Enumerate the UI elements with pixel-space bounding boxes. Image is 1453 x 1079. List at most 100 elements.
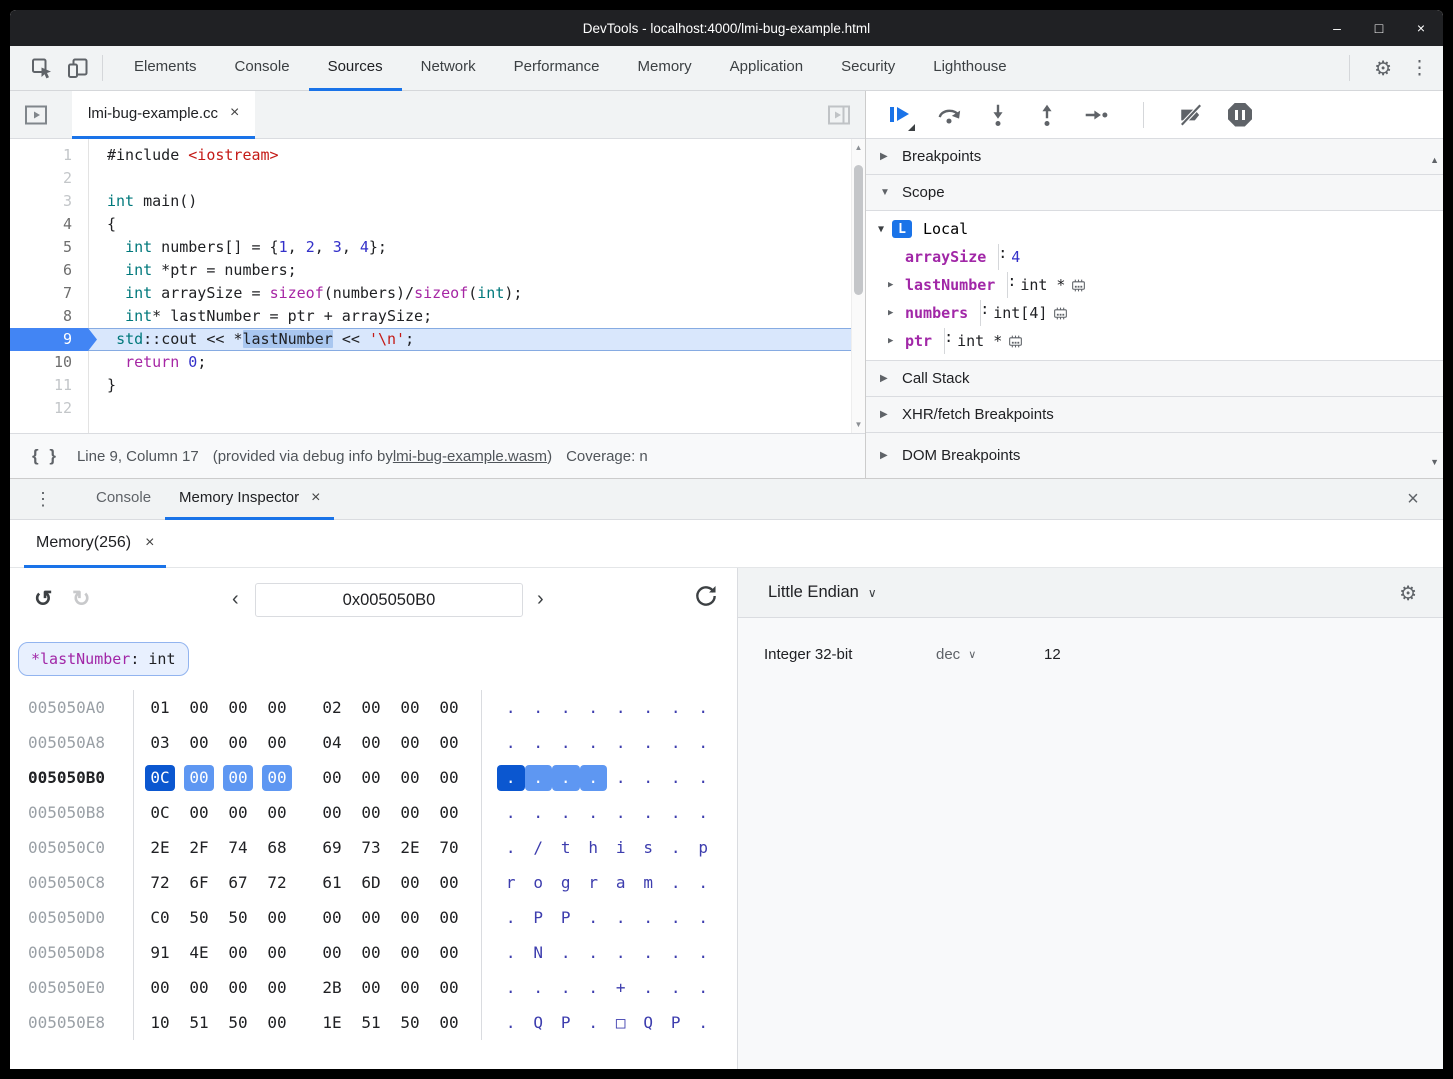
ascii-cell[interactable]: . — [635, 765, 663, 791]
ascii-cell[interactable]: h — [580, 835, 608, 861]
hex-byte-cell[interactable]: 50 — [395, 1010, 425, 1036]
hex-byte-cell[interactable]: 0C — [145, 765, 175, 791]
line-number[interactable]: 3 — [10, 190, 88, 213]
main-tab-memory[interactable]: Memory — [619, 46, 711, 91]
hex-byte-cell[interactable]: 00 — [145, 975, 175, 1001]
ascii-cell[interactable]: . — [635, 975, 663, 1001]
step-over-button[interactable] — [935, 101, 963, 129]
hex-byte-cell[interactable]: 03 — [145, 730, 175, 756]
hex-byte-cell[interactable]: 4E — [184, 940, 214, 966]
hex-byte-cell[interactable]: 10 — [145, 1010, 175, 1036]
memory-address[interactable]: 005050B8 — [10, 803, 133, 822]
ascii-cell[interactable]: . — [662, 905, 690, 931]
ascii-cell[interactable]: . — [525, 765, 553, 791]
memory-address[interactable]: 005050A8 — [10, 733, 133, 752]
ascii-cell[interactable]: P — [552, 1010, 580, 1036]
ascii-cell[interactable]: t — [552, 835, 580, 861]
device-toolbar-icon[interactable] — [66, 56, 90, 80]
hex-byte-cell[interactable]: 00 — [395, 730, 425, 756]
hex-byte-cell[interactable]: 00 — [317, 940, 347, 966]
hex-byte-cell[interactable]: 00 — [356, 765, 386, 791]
hex-byte-cell[interactable]: 00 — [356, 730, 386, 756]
paused-line-number[interactable]: 9 — [10, 328, 97, 351]
main-tab-application[interactable]: Application — [711, 46, 822, 91]
hex-byte-cell[interactable]: 50 — [223, 1010, 253, 1036]
ascii-cell[interactable]: . — [525, 695, 553, 721]
ascii-cell[interactable]: . — [580, 695, 608, 721]
hex-byte-cell[interactable]: 00 — [395, 975, 425, 1001]
line-number[interactable]: 12 — [10, 397, 88, 420]
hex-byte-cell[interactable]: 2E — [395, 835, 425, 861]
expand-arrow-icon[interactable]: ▶ — [888, 308, 893, 318]
hex-byte-cell[interactable]: 2E — [145, 835, 175, 861]
ascii-cell[interactable]: N — [525, 940, 553, 966]
collapse-arrow-icon[interactable]: ▶ — [880, 409, 892, 420]
memory-address[interactable]: 005050E8 — [10, 1013, 133, 1032]
ascii-cell[interactable]: . — [607, 730, 635, 756]
hex-byte-cell[interactable]: 00 — [395, 695, 425, 721]
address-input[interactable] — [255, 583, 523, 617]
file-tab[interactable]: lmi-bug-example.cc × — [72, 91, 255, 139]
line-number[interactable]: 6 — [10, 259, 88, 282]
hex-byte-cell[interactable]: 00 — [223, 730, 253, 756]
hex-byte-cell[interactable]: 00 — [434, 870, 464, 896]
hex-byte-cell[interactable]: 00 — [434, 800, 464, 826]
hex-byte-cell[interactable]: 00 — [317, 800, 347, 826]
expand-arrow-icon[interactable]: ▶ — [888, 280, 893, 290]
scrollbar-thumb[interactable] — [854, 165, 863, 295]
code-editor[interactable]: 1#include <iostream>23int main()4{5 int … — [10, 139, 865, 433]
main-tab-performance[interactable]: Performance — [495, 46, 619, 91]
previous-page-icon[interactable]: ‹ — [232, 588, 239, 611]
hex-byte-cell[interactable]: 6D — [356, 870, 386, 896]
ascii-cell[interactable]: . — [497, 940, 525, 966]
line-number[interactable]: 4 — [10, 213, 88, 236]
ascii-cell[interactable]: . — [607, 800, 635, 826]
drawer-tab-console[interactable]: Console — [82, 479, 165, 520]
ascii-cell[interactable]: . — [635, 730, 663, 756]
ascii-cell[interactable]: . — [607, 940, 635, 966]
ascii-cell[interactable]: □ — [607, 1010, 635, 1036]
ascii-cell[interactable]: . — [662, 800, 690, 826]
ascii-cell[interactable]: m — [635, 870, 663, 896]
hex-byte-cell[interactable]: 00 — [184, 695, 214, 721]
memory-address[interactable]: 005050E0 — [10, 978, 133, 997]
close-file-tab-icon[interactable]: × — [230, 104, 239, 122]
endianness-dropdown[interactable]: Little Endian ∨ — [768, 583, 877, 602]
scroll-up-icon[interactable]: ▲ — [1430, 155, 1439, 165]
ascii-cell[interactable]: . — [690, 975, 718, 1001]
main-tab-network[interactable]: Network — [402, 46, 495, 91]
collapse-arrow-icon[interactable]: ▶ — [880, 151, 892, 162]
ascii-cell[interactable]: . — [635, 800, 663, 826]
ascii-cell[interactable]: . — [662, 975, 690, 1001]
hex-byte-cell[interactable]: 00 — [317, 765, 347, 791]
main-tab-console[interactable]: Console — [216, 46, 309, 91]
scope-variable-row-ptr[interactable]: ▶ptr: int * — [866, 327, 1443, 355]
ascii-cell[interactable]: . — [525, 800, 553, 826]
close-window-button[interactable]: × — [1413, 20, 1429, 36]
ascii-cell[interactable]: . — [580, 905, 608, 931]
step-out-button[interactable] — [1033, 101, 1061, 129]
close-drawer-icon[interactable]: × — [1399, 485, 1427, 513]
line-number[interactable]: 2 — [10, 167, 88, 190]
deactivate-breakpoints-button[interactable] — [1177, 101, 1205, 129]
breakpoints-section-header[interactable]: ▶ Breakpoints — [866, 139, 1443, 175]
ascii-cell[interactable]: a — [607, 870, 635, 896]
ascii-cell[interactable]: . — [580, 730, 608, 756]
ascii-cell[interactable]: s — [635, 835, 663, 861]
ascii-cell[interactable]: / — [525, 835, 553, 861]
hex-byte-cell[interactable]: 00 — [184, 800, 214, 826]
hex-byte-cell[interactable]: 51 — [184, 1010, 214, 1036]
ascii-cell[interactable]: . — [497, 1010, 525, 1036]
step-into-button[interactable] — [984, 101, 1012, 129]
main-tab-sources[interactable]: Sources — [309, 46, 402, 91]
hex-byte-cell[interactable]: 74 — [223, 835, 253, 861]
ascii-cell[interactable]: . — [497, 835, 525, 861]
collapse-arrow-icon[interactable]: ▼ — [878, 224, 892, 235]
hex-byte-cell[interactable]: 00 — [434, 975, 464, 1001]
hex-byte-cell[interactable]: 00 — [223, 800, 253, 826]
hex-byte-cell[interactable]: 02 — [317, 695, 347, 721]
collapse-arrow-icon[interactable]: ▶ — [880, 373, 892, 384]
scroll-down-icon[interactable]: ▼ — [852, 420, 865, 429]
hex-byte-cell[interactable]: 00 — [184, 975, 214, 1001]
ascii-cell[interactable]: . — [497, 695, 525, 721]
